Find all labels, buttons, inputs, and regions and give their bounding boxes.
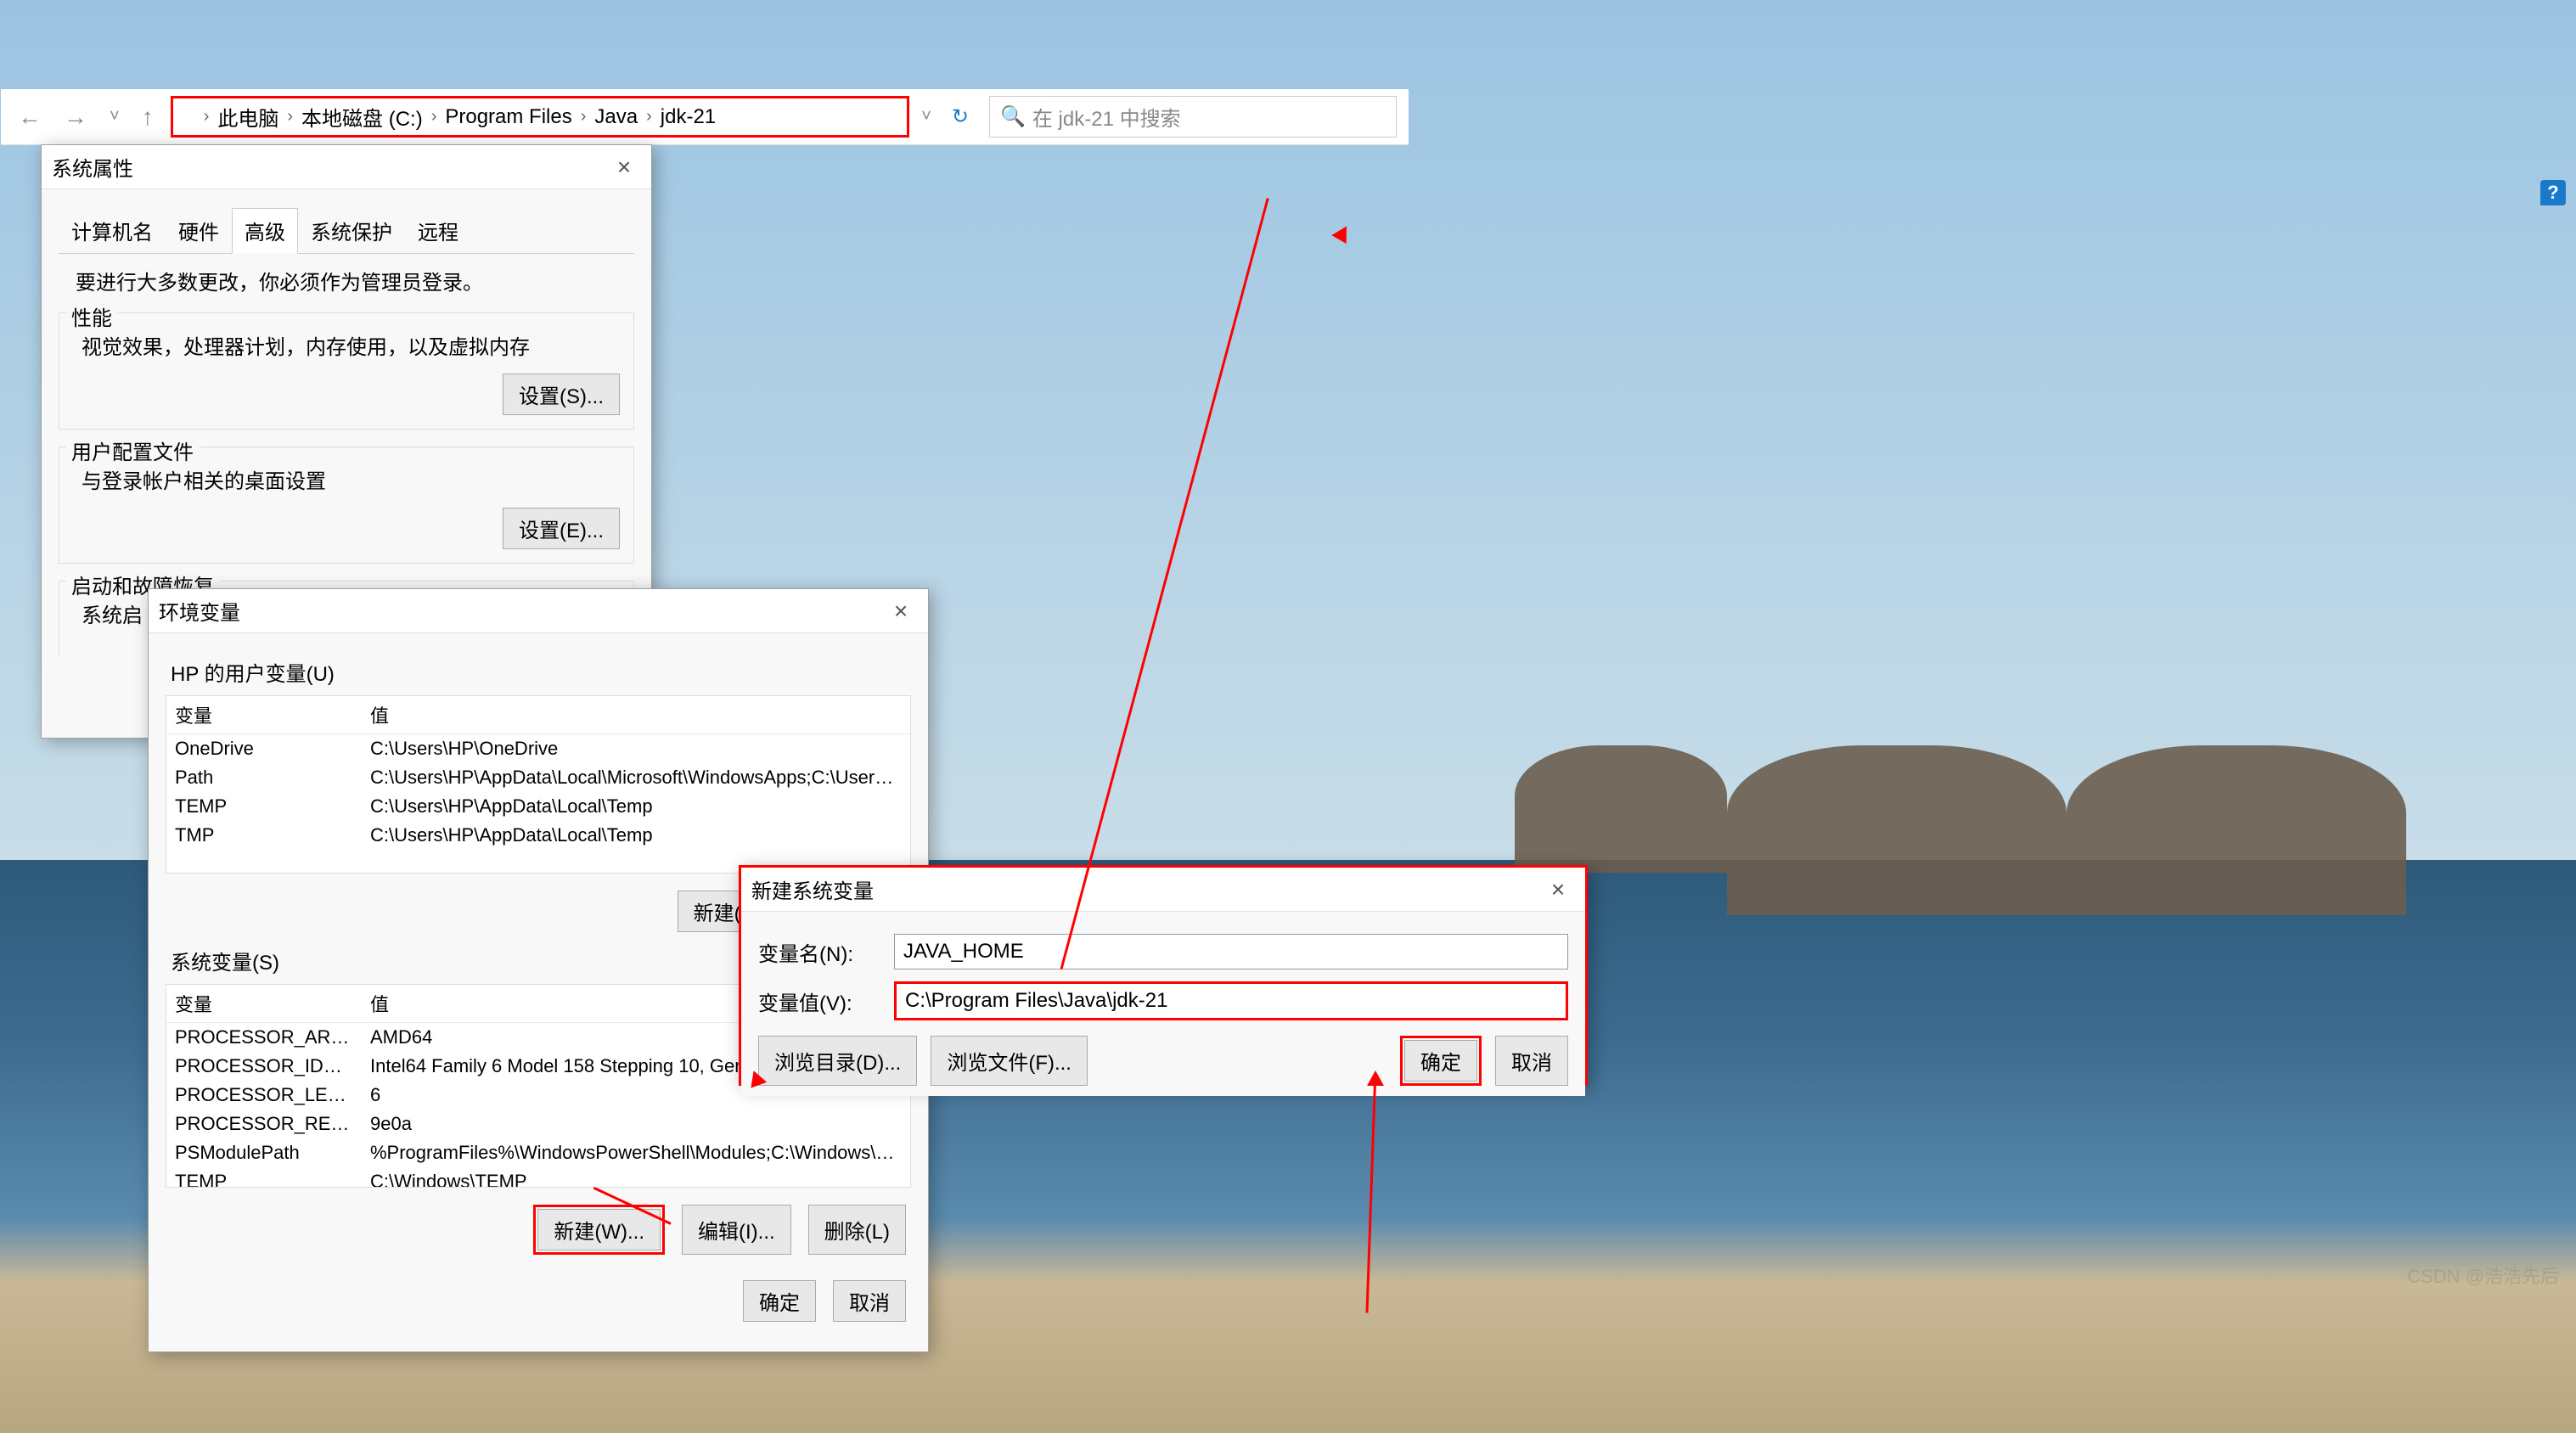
breadcrumb-item[interactable]: Java — [591, 105, 641, 129]
ok-button[interactable]: 确定 — [743, 1280, 816, 1322]
folder-icon — [182, 110, 199, 124]
ok-button[interactable]: 确定 — [1404, 1040, 1477, 1082]
window-title: 系统属性 — [52, 152, 133, 182]
settings-button[interactable]: 设置(S)... — [503, 374, 620, 415]
new-sys-var-button[interactable]: 新建(W)... — [537, 1209, 661, 1250]
table-row[interactable]: TEMPC:\Users\HP\AppData\Local\Temp — [166, 792, 910, 821]
window-title: 环境变量 — [159, 596, 240, 626]
info-icon[interactable]: ? — [2540, 180, 2566, 205]
close-icon[interactable]: × — [1541, 877, 1575, 902]
group-title: 用户配置文件 — [66, 436, 199, 465]
table-row[interactable]: PathC:\Users\HP\AppData\Local\Microsoft\… — [166, 763, 910, 792]
breadcrumb-item[interactable]: 此电脑 — [214, 102, 282, 132]
close-icon[interactable]: × — [884, 598, 918, 624]
titlebar[interactable]: 新建系统变量 × — [741, 868, 1585, 912]
breadcrumb-item[interactable]: Program Files — [442, 105, 575, 129]
edit-sys-var-button[interactable]: 编辑(I)... — [682, 1205, 791, 1255]
browse-dir-button[interactable]: 浏览目录(D)... — [758, 1036, 917, 1086]
watermark: CSDN @浩浩先后 — [2407, 1262, 2559, 1289]
var-value-input[interactable] — [894, 981, 1568, 1020]
nav-back-icon[interactable]: ← — [13, 104, 47, 131]
titlebar[interactable]: 系统属性 × — [42, 145, 651, 189]
breadcrumb-item[interactable]: 本地磁盘 (C:) — [298, 102, 426, 132]
nav-up-icon[interactable]: ↑ — [137, 104, 159, 131]
admin-note: 要进行大多数更改，你必须作为管理员登录。 — [76, 266, 634, 295]
user-vars-title: HP 的用户变量(U) — [171, 657, 911, 687]
var-value-label: 变量值(V): — [758, 986, 894, 1016]
var-name-input[interactable] — [894, 934, 1568, 969]
cancel-button[interactable]: 取消 — [833, 1280, 906, 1322]
user-profiles-group: 用户配置文件 与登录帐户相关的桌面设置 设置(E)... — [59, 447, 634, 564]
search-input[interactable]: 🔍 在 jdk-21 中搜索 — [989, 96, 1397, 138]
user-vars-table[interactable]: 变量 值 OneDriveC:\Users\HP\OneDrivePathC:\… — [166, 695, 911, 874]
settings-button[interactable]: 设置(E)... — [503, 508, 620, 549]
performance-group: 性能 视觉效果，处理器计划，内存使用，以及虚拟内存 设置(S)... — [59, 312, 634, 430]
search-placeholder: 在 jdk-21 中搜索 — [1032, 102, 1181, 132]
titlebar[interactable]: 环境变量 × — [149, 589, 928, 633]
tab-hardware[interactable]: 硬件 — [166, 208, 232, 253]
table-row[interactable]: TEMPC:\Windows\TEMP — [166, 1167, 910, 1188]
refresh-icon[interactable]: ↻ — [943, 104, 977, 129]
group-title: 性能 — [66, 301, 117, 331]
tab-system-protection[interactable]: 系统保护 — [298, 208, 405, 253]
new-system-variable-dialog: 新建系统变量 × 变量名(N): 变量值(V): 浏览目录(D)... 浏览文件… — [739, 865, 1588, 1086]
table-row[interactable]: TMPC:\Users\HP\AppData\Local\Temp — [166, 821, 910, 850]
tab-computer-name[interactable]: 计算机名 — [59, 208, 166, 253]
group-text: 与登录帐户相关的桌面设置 — [82, 464, 620, 494]
col-variable: 变量 — [166, 985, 362, 1022]
close-icon[interactable]: × — [607, 155, 641, 180]
group-text: 视觉效果，处理器计划，内存使用，以及虚拟内存 — [82, 330, 620, 360]
tab-advanced[interactable]: 高级 — [232, 208, 298, 254]
nav-history-icon[interactable]: ˅ — [104, 107, 125, 126]
col-variable: 变量 — [166, 696, 362, 733]
var-name-label: 变量名(N): — [758, 937, 894, 967]
browse-file-button[interactable]: 浏览文件(F)... — [931, 1036, 1088, 1086]
search-icon: 🔍 — [1000, 104, 1026, 129]
annotation-arrowhead — [1367, 1062, 1384, 1086]
breadcrumb-dropdown-icon[interactable]: ˅ — [921, 107, 931, 126]
tab-strip: 计算机名 硬件 高级 系统保护 远程 — [59, 208, 634, 254]
col-value: 值 — [362, 696, 910, 733]
delete-sys-var-button[interactable]: 删除(L) — [808, 1205, 906, 1255]
cancel-button[interactable]: 取消 — [1495, 1036, 1568, 1086]
nav-forward-icon[interactable]: → — [59, 104, 93, 131]
table-row[interactable]: OneDriveC:\Users\HP\OneDrive — [166, 734, 910, 763]
breadcrumb-item[interactable]: jdk-21 — [657, 105, 719, 129]
window-title: 新建系统变量 — [751, 874, 874, 904]
breadcrumb[interactable]: › 此电脑› 本地磁盘 (C:)› Program Files› Java› j… — [171, 96, 910, 138]
table-row[interactable]: PSModulePath%ProgramFiles%\WindowsPowerS… — [166, 1138, 910, 1167]
table-row[interactable]: PROCESSOR_REVISION9e0a — [166, 1110, 910, 1138]
tab-remote[interactable]: 远程 — [405, 208, 471, 253]
